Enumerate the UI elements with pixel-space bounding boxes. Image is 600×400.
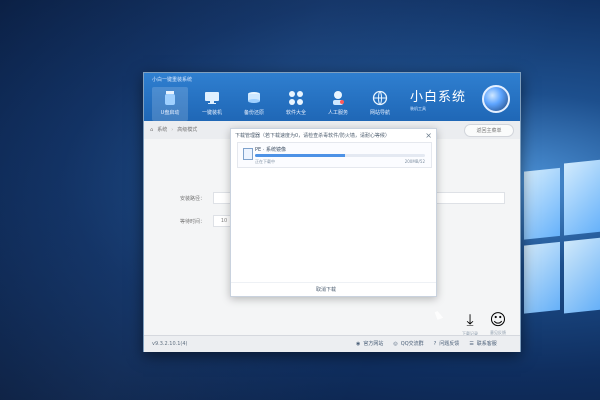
globe-icon — [371, 89, 389, 107]
usb-drive-icon — [161, 89, 179, 107]
nav-item-usb[interactable]: U盘启动 — [152, 87, 188, 121]
nav-item-navigation[interactable]: 网站导航 — [362, 87, 398, 121]
dialog-title: 下载管理器（若下载速度为0，请检查杀毒软件/防火墙，请耐心等候） — [235, 133, 390, 139]
download-manager-dialog: 下载管理器（若下载速度为0，请检查杀毒软件/防火墙，请耐心等候） × PE · … — [230, 128, 437, 297]
brand-subtitle: 装机工具 — [410, 106, 426, 111]
question-icon: ? — [433, 340, 437, 347]
database-icon — [245, 89, 263, 107]
qq-group-link[interactable]: ◎ QQ交流群 — [393, 340, 424, 348]
feedback-button[interactable]: ☺ 意见反馈 — [488, 310, 508, 335]
support-person-icon — [329, 89, 347, 107]
download-file-name: PE · 系统镜像 — [255, 147, 286, 153]
download-item: PE · 系统镜像 正在下载中 200MB/52 — [237, 142, 432, 168]
qq-group-label: QQ交流群 — [400, 341, 424, 347]
file-icon — [243, 148, 253, 160]
feedback-link-label: 问题反馈 — [439, 341, 460, 347]
app-title: 小白一键重装系统 — [152, 77, 193, 83]
feedback-link[interactable]: ? 问题反馈 — [433, 340, 460, 348]
download-status: 正在下载中 — [255, 159, 275, 164]
cancel-download-button[interactable]: 取消下载 — [316, 286, 336, 293]
nav-item-support[interactable]: 人工服务 — [320, 87, 356, 121]
status-bar: v9.3.2.10.1(4) ◉ 官方网站 ◎ QQ交流群 ? 问题反馈 ☰ 联系客服 — [144, 335, 520, 352]
top-navigation: U盘启动 一键装机 备份还原 软件大全 人工服务 网站导航 — [152, 87, 398, 121]
official-site-link[interactable]: ◉ 官方网站 — [356, 340, 384, 348]
nav-label: 人工服务 — [327, 110, 348, 116]
close-icon[interactable]: × — [425, 131, 432, 140]
version-text: v9.3.2.10.1(4) — [152, 341, 188, 347]
nav-label: 一键装机 — [201, 110, 222, 116]
apps-icon — [287, 89, 305, 107]
nav-label: 备份还原 — [243, 110, 264, 116]
nav-item-software[interactable]: 软件大全 — [278, 87, 314, 121]
download-icon: ⤓ — [466, 309, 474, 329]
download-progress-fill — [255, 154, 346, 157]
brand: 小白系统 装机工具 — [410, 86, 480, 111]
computer-icon — [203, 89, 221, 107]
website-icon: ◉ — [356, 340, 361, 347]
brand-logo-icon — [482, 85, 510, 113]
nav-item-backup[interactable]: 备份还原 — [236, 87, 272, 121]
titlebar: 小白一键重装系统 U盘启动 一键装机 备份还原 软件大全 人工服务 网站导航 小… — [144, 73, 520, 121]
dialog-footer: 取消下载 — [231, 282, 436, 297]
feedback-icon: ☺ — [489, 310, 507, 329]
download-progress-track — [255, 154, 425, 157]
app-window: 小白一键重装系统 U盘启动 一键装机 备份还原 软件大全 人工服务 网站导航 小… — [143, 72, 521, 352]
brand-name: 小白系统 — [410, 90, 467, 105]
side-actions: ⤓ 下载记录 ☺ 意见反馈 — [460, 309, 508, 336]
customer-service-link[interactable]: ☰ 联系客服 — [469, 340, 497, 348]
nav-label: 软件大全 — [285, 110, 306, 116]
windows-logo — [518, 156, 600, 325]
bottom-links: ◉ 官方网站 ◎ QQ交流群 ? 问题反馈 ☰ 联系客服 — [356, 340, 497, 348]
chat-icon: ☰ — [469, 340, 474, 347]
customer-service-label: 联系客服 — [476, 341, 497, 347]
download-history-button[interactable]: ⤓ 下载记录 — [460, 309, 480, 336]
nav-label: 网站导航 — [369, 110, 390, 116]
nav-item-one-click[interactable]: 一键装机 — [194, 87, 230, 121]
download-size: 200MB/52 — [404, 159, 425, 164]
nav-label: U盘启动 — [160, 110, 180, 116]
qq-icon: ◎ — [393, 340, 398, 347]
official-site-label: 官方网站 — [363, 341, 384, 347]
